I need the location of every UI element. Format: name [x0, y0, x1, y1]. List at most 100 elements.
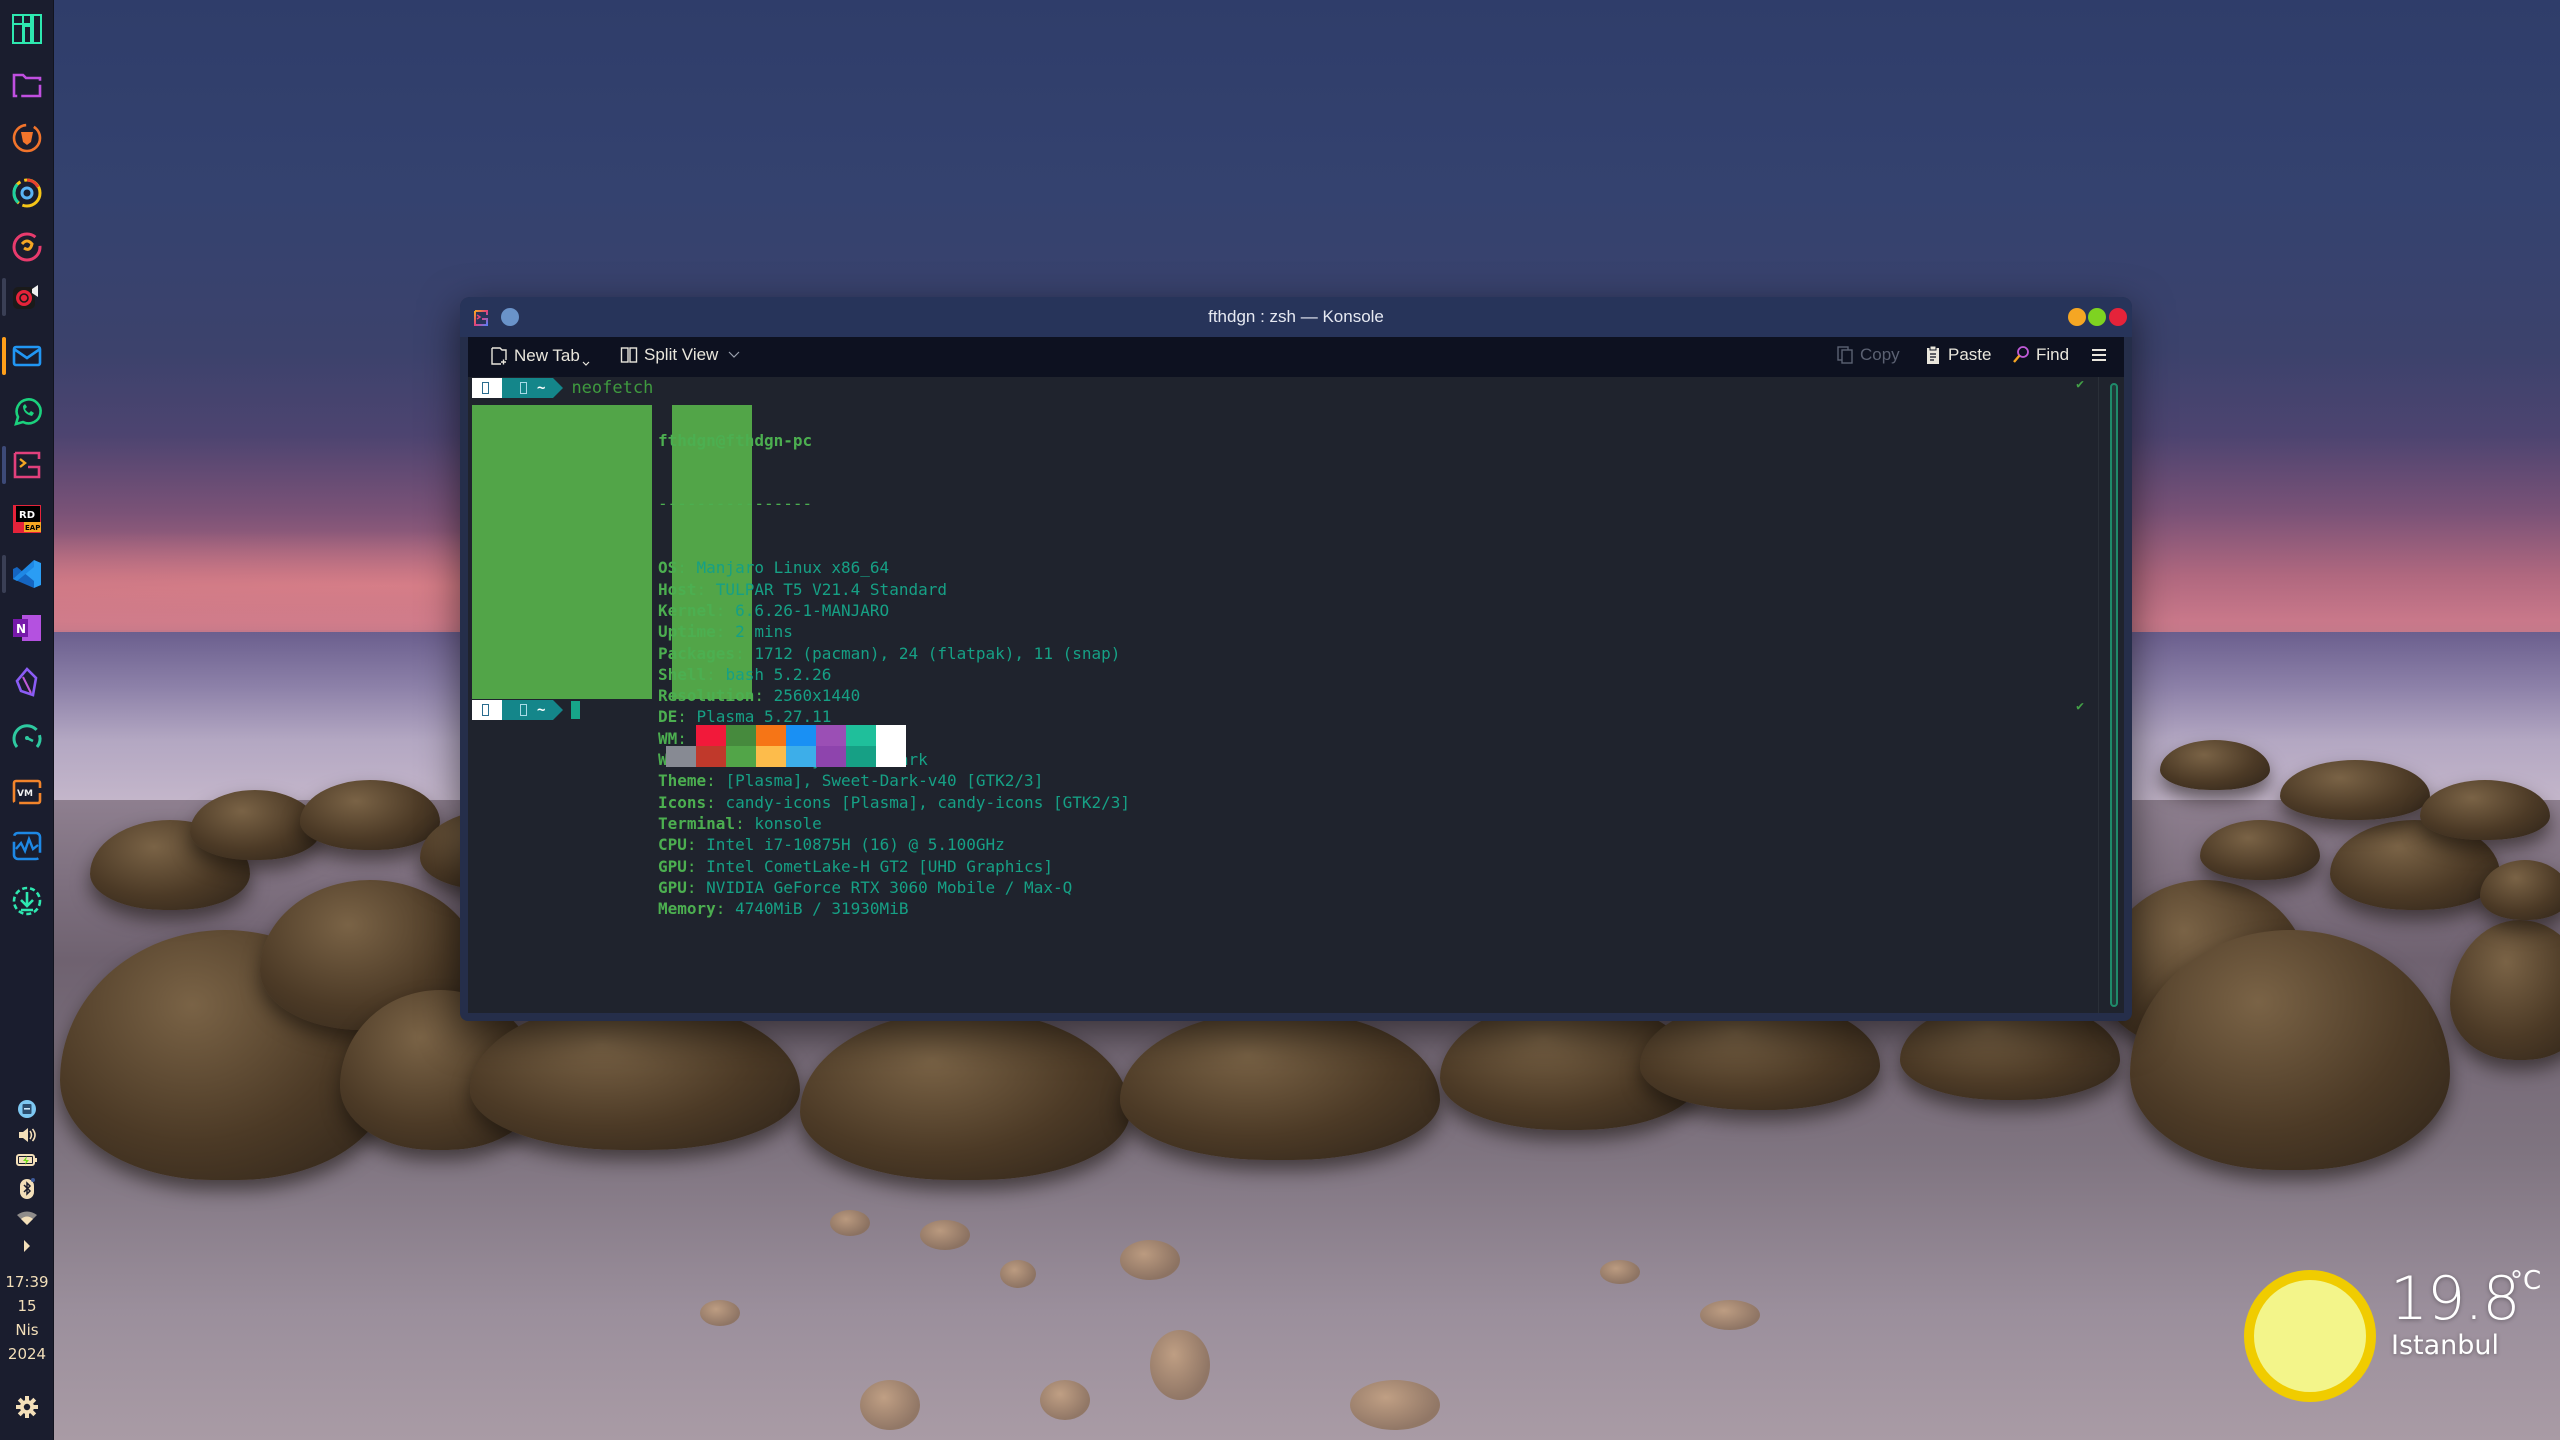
wallpaper-pebble	[830, 1210, 870, 1236]
close-button[interactable]	[2109, 308, 2127, 326]
tray-volume[interactable]	[0, 1126, 54, 1144]
download-icon	[12, 886, 42, 916]
clock-year: 2024	[7, 1345, 47, 1363]
tray-bluetooth[interactable]	[0, 1178, 54, 1200]
info-line: Uptime: 2 mins	[658, 621, 1130, 642]
launcher-firefox-browser[interactable]	[0, 222, 54, 272]
palette-swatch	[876, 746, 906, 767]
manjaro-logo-icon	[12, 14, 42, 44]
neofetch-info: fthdgn@fthdgn-pc ---------------- OS: Ma…	[658, 387, 1130, 919]
clipboard-icon	[18, 1100, 36, 1118]
info-value: Intel CometLake-H GT2 [UHD Graphics]	[706, 856, 1053, 876]
copy-icon	[1837, 346, 1853, 364]
tray-network[interactable]	[0, 1210, 54, 1226]
minimize-button[interactable]	[2068, 308, 2086, 326]
weather-unit: °C	[2510, 1266, 2542, 1296]
info-key: CPU	[658, 835, 687, 855]
info-value: [Plasma], Sweet-Dark-v40 [GTK2/3]	[725, 771, 1044, 791]
vscode-icon	[13, 560, 41, 588]
info-key: DE	[658, 707, 678, 727]
launcher-system-monitor[interactable]	[0, 821, 54, 871]
palette-swatch	[756, 746, 786, 767]
info-key: GPU	[658, 877, 687, 897]
maximize-button[interactable]	[2088, 308, 2106, 326]
new-tab-label: New Tab	[514, 346, 580, 365]
find-label: Find	[2036, 345, 2070, 364]
panel-settings-button[interactable]	[0, 1394, 54, 1420]
launcher-manjaro-menu[interactable]	[0, 4, 54, 54]
wallpaper-pebble	[920, 1220, 970, 1250]
info-key: Icons	[658, 792, 707, 812]
info-key: OS	[658, 558, 678, 578]
info-key: Memory	[658, 899, 716, 919]
launcher-audio-recorder[interactable]	[0, 272, 54, 322]
info-value: Intel i7-10875H (16) @ 5.100GHz	[706, 835, 1005, 855]
launcher-mail-client[interactable]	[0, 331, 54, 381]
tray-clipboard[interactable]	[0, 1098, 54, 1120]
scrollbar-thumb[interactable]	[2110, 383, 2118, 1007]
find-button[interactable]: Find	[2012, 345, 2069, 365]
task-indicator	[2, 446, 6, 484]
hamburger-menu-button[interactable]	[2090, 345, 2108, 365]
terminal-cursor	[571, 701, 581, 719]
tray-battery[interactable]	[0, 1152, 54, 1168]
folder-glyph-icon	[520, 382, 527, 394]
rider-eap-icon: RD EAP	[13, 505, 41, 533]
launcher-virtual-machine-manager[interactable]: VM	[0, 767, 54, 817]
info-line: GPU: Intel CometLake-H GT2 [UHD Graphics…	[658, 856, 1130, 877]
window-titlebar[interactable]: fthdgn : zsh — Konsole	[460, 297, 2132, 337]
tray-expand[interactable]	[0, 1238, 54, 1254]
svg-text:EAP: EAP	[25, 524, 40, 532]
info-colon: :	[715, 622, 736, 642]
new-tab-button[interactable]: New Tab	[490, 345, 590, 367]
launcher-obsidian[interactable]	[0, 658, 54, 708]
info-key: Uptime	[658, 622, 716, 642]
info-colon: :	[754, 686, 774, 706]
paste-button[interactable]: Paste	[1924, 345, 1991, 365]
task-indicator	[2, 555, 6, 593]
launcher-brave-browser[interactable]	[0, 113, 54, 163]
wallpaper-pebble	[1150, 1330, 1210, 1400]
split-view-button[interactable]: Split View	[620, 345, 740, 365]
prompt-line: ~ neofetch	[472, 378, 653, 398]
digital-clock[interactable]: 17:39 15 Nis 2024	[0, 1270, 54, 1366]
vm-icon: VM	[12, 779, 42, 805]
wallpaper-pebble	[1350, 1380, 1440, 1430]
info-line: GPU: NVIDIA GeForce RTX 3060 Mobile / Ma…	[658, 877, 1130, 898]
brave-lion-icon	[12, 123, 42, 153]
chevron-down-icon[interactable]	[582, 361, 590, 367]
scrollbar[interactable]	[2098, 377, 2124, 1013]
paste-label: Paste	[1948, 345, 1992, 364]
launcher-onenote[interactable]: N	[0, 603, 54, 653]
gear-icon	[16, 1396, 38, 1418]
info-value: Manjaro Linux x86_64	[696, 558, 890, 578]
info-colon: :	[715, 600, 736, 620]
svg-text:N: N	[16, 622, 26, 636]
palette-swatch	[786, 725, 816, 746]
info-line: Resolution: 2560x1440	[658, 685, 1130, 706]
info-value: 2 mins	[735, 622, 793, 642]
prompt-dir-segment: ~	[502, 378, 564, 398]
launcher-file-manager[interactable]	[0, 59, 54, 109]
launcher-rider-eap[interactable]: RD EAP	[0, 494, 54, 544]
info-colon: :	[686, 877, 707, 897]
copy-button[interactable]: Copy	[1836, 345, 1900, 365]
chevron-down-icon[interactable]	[728, 351, 740, 359]
launcher-vscode[interactable]	[0, 549, 54, 599]
info-key: Theme	[658, 771, 707, 791]
task-indicator	[2, 278, 6, 316]
sun-icon	[2244, 1270, 2376, 1402]
terminal-icon	[13, 451, 41, 479]
terminal-view[interactable]: ~ neofetch ✔ fthdgn@fthdgn-pc ----------…	[468, 377, 2124, 1013]
launcher-whatsapp[interactable]	[0, 386, 54, 436]
info-key: Packages	[658, 643, 736, 663]
exit-status-check-icon: ✔	[2076, 377, 2084, 392]
launcher-speedtest[interactable]	[0, 712, 54, 762]
weather-widget[interactable]: 19.8 °C Istanbul	[2240, 1264, 2560, 1408]
info-colon: :	[686, 856, 707, 876]
firefox-icon	[12, 232, 42, 262]
launcher-downloader[interactable]	[0, 876, 54, 926]
prompt-os-segment	[472, 378, 512, 398]
launcher-chrome-browser[interactable]	[0, 168, 54, 218]
launcher-konsole[interactable]	[0, 440, 54, 490]
